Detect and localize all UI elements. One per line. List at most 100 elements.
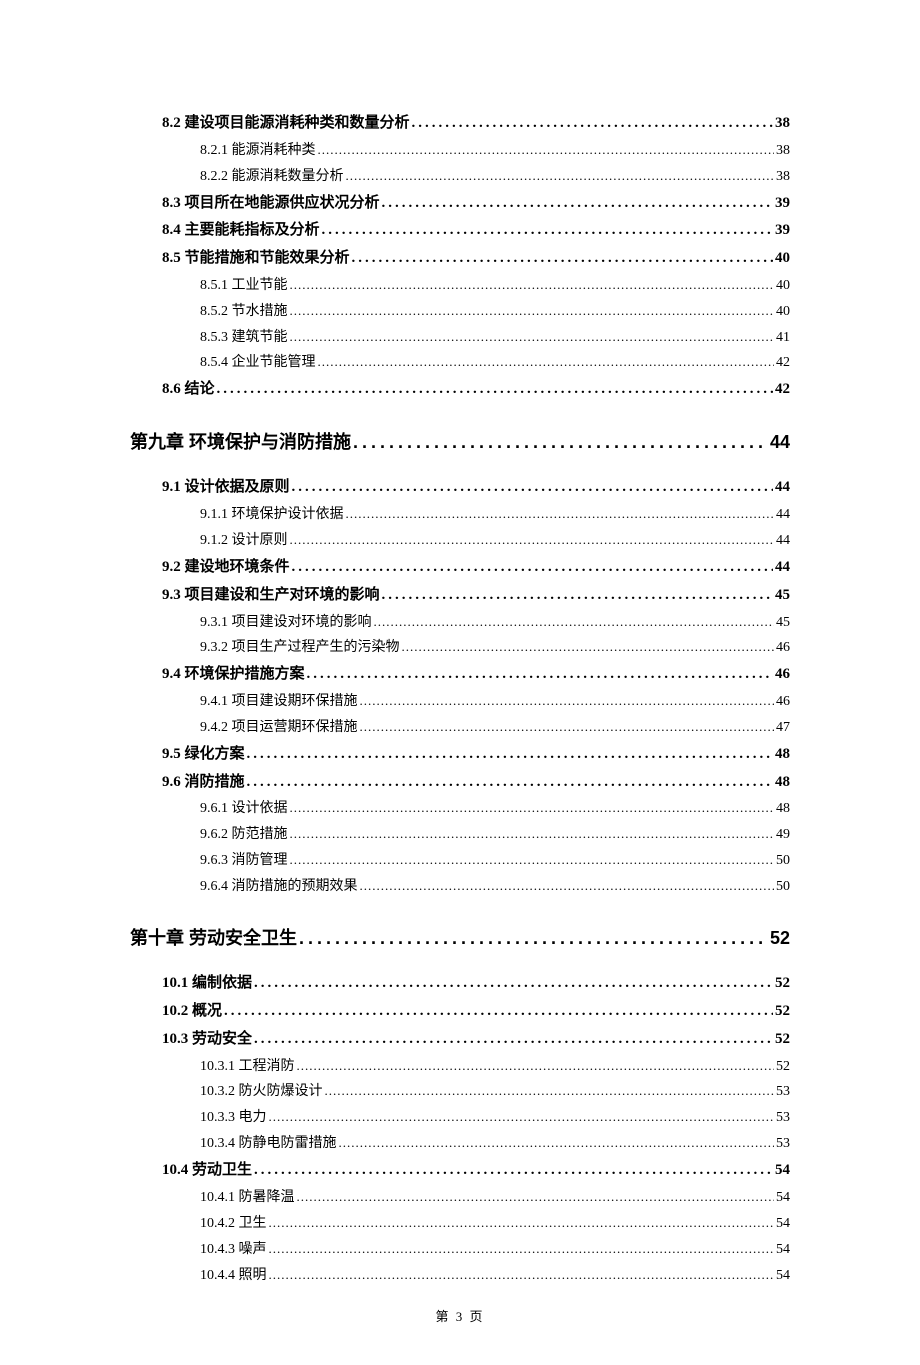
toc-label: 8.5.4 企业节能管理 — [200, 350, 316, 376]
toc-entry: 9.2 建设地环境条件44 — [162, 554, 790, 582]
toc-page-number: 45 — [776, 610, 790, 636]
toc-label: 9.1.2 设计原则 — [200, 528, 288, 554]
toc-leader-dots — [297, 1185, 775, 1211]
toc-label: 9.5 绿化方案 — [162, 741, 245, 769]
toc-page-number: 54 — [776, 1185, 790, 1211]
toc-page-number: 38 — [775, 110, 790, 138]
toc-label: 8.5.3 建筑节能 — [200, 325, 288, 351]
toc-label: 9.6.4 消防措施的预期效果 — [200, 874, 358, 900]
toc-label: 8.5 节能措施和节能效果分析 — [162, 245, 350, 273]
toc-page-number: 47 — [776, 715, 790, 741]
toc-leader-dots — [269, 1263, 775, 1289]
toc-entry: 9.3.1 项目建设对环境的影响45 — [200, 610, 790, 636]
toc-leader-dots — [254, 1026, 773, 1054]
toc-entry: 9.1 设计依据及原则44 — [162, 474, 790, 502]
toc-leader-dots — [247, 769, 773, 797]
toc-entry: 10.4 劳动卫生54 — [162, 1157, 790, 1185]
toc-entry: 9.1.2 设计原则 44 — [200, 528, 790, 554]
toc-page-number: 39 — [775, 190, 790, 218]
toc-leader-dots — [290, 822, 775, 848]
toc-entry: 9.6 消防措施48 — [162, 769, 790, 797]
toc-label: 8.5.2 节水措施 — [200, 299, 288, 325]
toc-page-number: 50 — [776, 874, 790, 900]
toc-leader-dots — [346, 502, 775, 528]
toc-entry: 9.6.1 设计依据 48 — [200, 796, 790, 822]
toc-page-number: 52 — [770, 922, 790, 954]
toc-leader-dots — [374, 610, 775, 636]
toc-page-number: 44 — [775, 554, 790, 582]
toc-entry: 10.4.2 卫生54 — [200, 1211, 790, 1237]
toc-entry: 8.6 结论42 — [162, 376, 790, 404]
toc-label: 9.6.2 防范措施 — [200, 822, 288, 848]
toc-label: 9.1.1 环境保护设计依据 — [200, 502, 344, 528]
toc-leader-dots — [292, 474, 773, 502]
toc-entry: 第十章 劳动安全卫生52 — [130, 922, 790, 954]
toc-label: 9.6.3 消防管理 — [200, 848, 288, 874]
toc-page-number: 48 — [775, 741, 790, 769]
toc-leader-dots — [382, 582, 773, 610]
toc-entry: 10.4.3 噪声54 — [200, 1237, 790, 1263]
toc-leader-dots — [254, 1157, 773, 1185]
toc-leader-dots — [352, 245, 773, 273]
toc-label: 10.3.3 电力 — [200, 1105, 267, 1131]
toc-entry: 10.3.2 防火防爆设计53 — [200, 1079, 790, 1105]
toc-label: 10.1 编制依据 — [162, 970, 252, 998]
toc-page-number: 42 — [775, 376, 790, 404]
toc-label: 8.2.1 能源消耗种类 — [200, 138, 316, 164]
toc-leader-dots — [297, 1054, 775, 1080]
toc-label: 10.4.2 卫生 — [200, 1211, 267, 1237]
toc-entry: 8.5.3 建筑节能41 — [200, 325, 790, 351]
toc-leader-dots — [224, 998, 773, 1026]
toc-label: 9.6.1 设计依据 — [200, 796, 288, 822]
toc-label: 9.3.2 项目生产过程产生的污染物 — [200, 635, 400, 661]
toc-page-number: 48 — [776, 796, 790, 822]
toc-leader-dots — [290, 325, 775, 351]
toc-leader-dots — [217, 376, 773, 404]
toc-label: 10.4 劳动卫生 — [162, 1157, 252, 1185]
toc-entry: 10.2 概况52 — [162, 998, 790, 1026]
toc-leader-dots — [360, 689, 775, 715]
toc-entry: 8.5.1 工业节能 40 — [200, 273, 790, 299]
toc-label: 8.3 项目所在地能源供应状况分析 — [162, 190, 380, 218]
toc-page-number: 50 — [776, 848, 790, 874]
toc-entry: 8.2.2 能源消耗数量分析38 — [200, 164, 790, 190]
toc-page-number: 52 — [775, 970, 790, 998]
toc-page-number: 53 — [776, 1131, 790, 1157]
toc-leader-dots — [269, 1237, 775, 1263]
toc-leader-dots — [346, 164, 775, 190]
toc-page-number: 40 — [776, 273, 790, 299]
toc-entry: 8.4 主要能耗指标及分析39 — [162, 217, 790, 245]
toc-label: 10.4.3 噪声 — [200, 1237, 267, 1263]
toc-leader-dots — [339, 1131, 775, 1157]
toc-leader-dots — [290, 796, 775, 822]
page-footer: 第 3 页 — [130, 1306, 790, 1325]
toc-label: 8.5.1 工业节能 — [200, 273, 288, 299]
toc-page-number: 54 — [776, 1263, 790, 1289]
toc-entry: 9.3 项目建设和生产对环境的影响45 — [162, 582, 790, 610]
toc-leader-dots — [402, 635, 775, 661]
toc-page-number: 44 — [770, 426, 790, 458]
toc-leader-dots — [360, 874, 775, 900]
toc-entry: 9.4 环境保护措施方案46 — [162, 661, 790, 689]
toc-entry: 10.3.3 电力53 — [200, 1105, 790, 1131]
toc-page-number: 49 — [776, 822, 790, 848]
toc-entry: 8.5.2 节水措施 40 — [200, 299, 790, 325]
toc-page-number: 45 — [775, 582, 790, 610]
toc-page-number: 44 — [776, 528, 790, 554]
toc-content: 8.2 建设项目能源消耗种类和数量分析388.2.1 能源消耗种类388.2.2… — [130, 110, 790, 1288]
toc-page-number: 38 — [776, 164, 790, 190]
toc-leader-dots — [290, 528, 775, 554]
toc-entry: 10.1 编制依据 52 — [162, 970, 790, 998]
toc-entry: 10.3 劳动安全52 — [162, 1026, 790, 1054]
toc-page-number: 42 — [776, 350, 790, 376]
toc-label: 10.3 劳动安全 — [162, 1026, 252, 1054]
toc-leader-dots — [322, 217, 773, 245]
toc-page-number: 46 — [776, 689, 790, 715]
toc-label: 10.4.4 照明 — [200, 1263, 267, 1289]
toc-leader-dots — [299, 922, 768, 954]
toc-page-number: 44 — [776, 502, 790, 528]
toc-entry: 8.2 建设项目能源消耗种类和数量分析38 — [162, 110, 790, 138]
toc-label: 8.4 主要能耗指标及分析 — [162, 217, 320, 245]
toc-entry: 8.2.1 能源消耗种类38 — [200, 138, 790, 164]
toc-page-number: 40 — [776, 299, 790, 325]
